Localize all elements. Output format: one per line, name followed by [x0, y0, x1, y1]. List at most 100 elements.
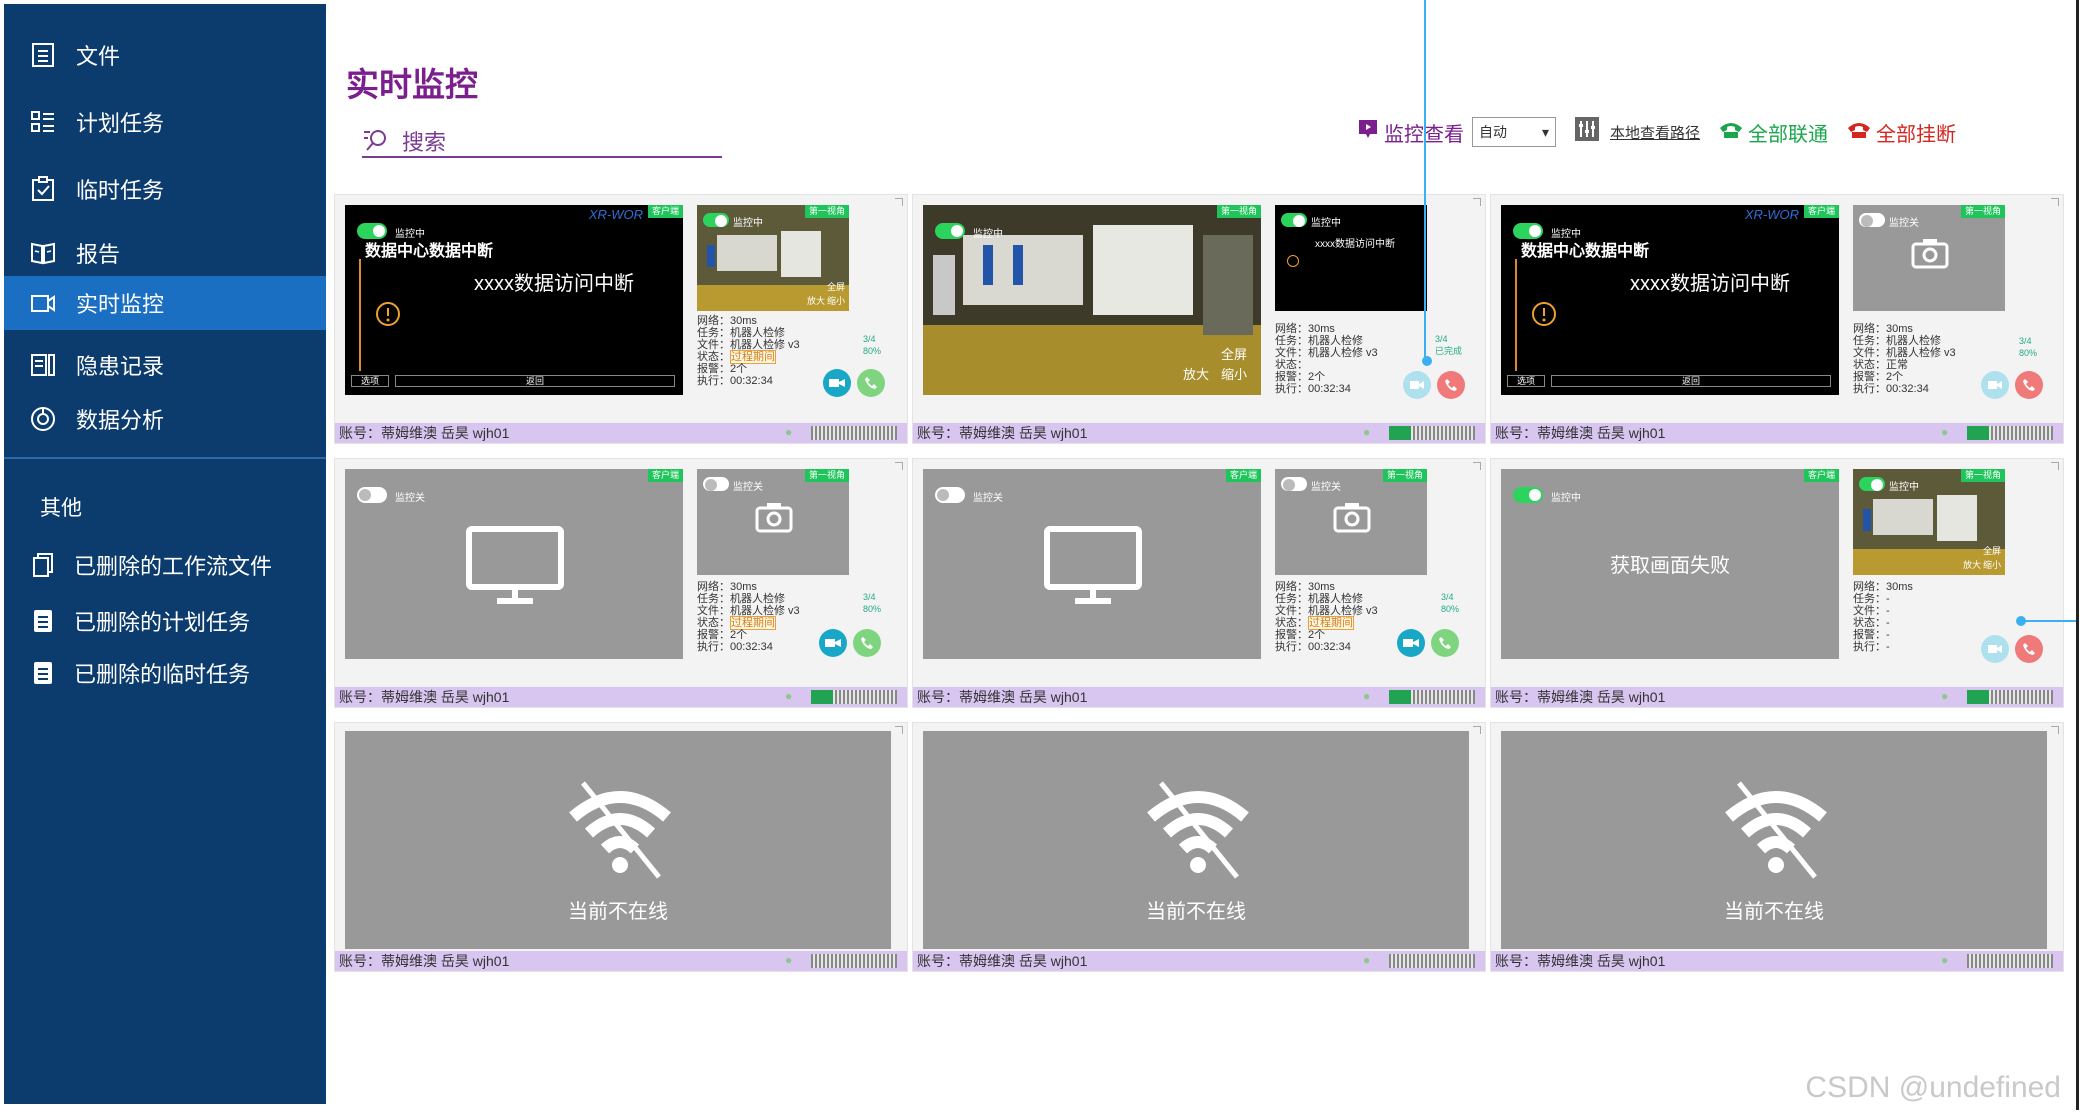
offline-view: 当前不在线 — [345, 731, 891, 949]
fullscreen-button[interactable]: 全屏 — [1983, 544, 2001, 557]
sidebar-item-label: 临时任务 — [76, 178, 165, 203]
local-path-link[interactable]: 本地查看路径 — [1610, 122, 1700, 143]
voice-call-button[interactable] — [853, 629, 881, 657]
small-view[interactable]: 监控中 xxxx数据访问中断 — [1275, 205, 1427, 311]
main-view[interactable]: 客户端 监控中 获取画面失败 — [1501, 469, 1839, 659]
small-view[interactable]: 第一视角 监控中 全屏 放大 缩小 — [697, 205, 849, 311]
close-icon[interactable] — [1473, 462, 1481, 470]
close-icon[interactable] — [1473, 198, 1481, 206]
close-icon[interactable] — [2051, 726, 2059, 734]
fullscreen-button[interactable]: 全屏 — [1221, 344, 1247, 363]
fullscreen-button[interactable]: 全屏 — [827, 280, 845, 293]
zoom-out-button[interactable]: 缩小 — [1983, 558, 2001, 571]
zoom-in-button[interactable]: 放大 — [1963, 558, 1981, 571]
options-button[interactable]: 选项 — [1507, 375, 1545, 387]
video-call-button[interactable] — [823, 369, 851, 397]
voice-call-button[interactable] — [1431, 629, 1459, 657]
monitor-toggle[interactable] — [703, 477, 729, 491]
chevron-down-icon: ▾ — [1541, 123, 1549, 140]
info-alarm: 报警：- — [1853, 629, 1890, 641]
connect-all-button[interactable]: 全部联通 — [1718, 118, 1828, 147]
monitor-toggle[interactable] — [1859, 213, 1885, 227]
local-path-control[interactable]: 本地查看路径 — [1574, 116, 1700, 148]
location-icon: ● — [1363, 425, 1371, 439]
sidebar-item-deleted-temp[interactable]: 已删除的临时任务 — [4, 646, 326, 700]
info-exec: 执行：00:32:34 — [1853, 383, 1929, 395]
close-icon[interactable] — [1473, 726, 1481, 734]
monitor-toggle[interactable] — [1281, 477, 1307, 491]
view-title: 数据中心数据中断 — [365, 243, 494, 260]
video-icon — [825, 639, 841, 647]
signal-bars — [1389, 954, 1475, 968]
back-button[interactable]: 返回 — [395, 375, 675, 387]
video-call-button[interactable] — [1403, 371, 1431, 399]
search-label: 搜索 — [402, 130, 447, 155]
account-text: 账号：蒂姆维澳 岳昊 wjh01 — [339, 953, 510, 969]
voice-call-button[interactable] — [2015, 635, 2043, 663]
close-icon[interactable] — [2051, 462, 2059, 470]
monitor-toggle[interactable] — [1281, 213, 1307, 227]
main-view[interactable]: 客户端 监控关 — [923, 469, 1261, 659]
account-text: 账号：蒂姆维澳 岳昊 wjh01 — [917, 953, 1088, 969]
monitor-view-select[interactable]: 自动 ▾ — [1472, 117, 1556, 147]
main-view[interactable]: 第一视角 监控中 全屏 放大 缩小 — [923, 205, 1261, 395]
main-view[interactable]: 客户端 XR-WOR 监控中 数据中心数据中断 xxxx数据访问中断 选项 返回 — [345, 205, 683, 395]
monitor-toggle[interactable] — [1513, 487, 1543, 503]
orange-line — [359, 259, 361, 371]
video-call-button[interactable] — [1397, 629, 1425, 657]
state-badge: 过程期间 — [1308, 616, 1354, 630]
sidebar-item-files[interactable]: 文件 — [4, 28, 326, 82]
close-icon[interactable] — [895, 726, 903, 734]
voice-call-button[interactable] — [1437, 371, 1465, 399]
monitor-toggle[interactable] — [1859, 477, 1885, 491]
card-footer: 账号：蒂姆维澳 岳昊 wjh01 ● — [913, 687, 1485, 707]
sidebar-item-temp-tasks[interactable]: 临时任务 — [4, 162, 326, 216]
back-button[interactable]: 返回 — [1551, 375, 1831, 387]
sidebar-item-label: 已删除的工作流文件 — [74, 554, 273, 579]
monitor-toggle[interactable] — [703, 213, 729, 227]
monitor-view-icon — [1356, 117, 1380, 147]
zoom-out-button[interactable]: 缩小 — [827, 294, 845, 307]
small-view[interactable]: 第一视角 监控中 全屏 放大 缩小 — [1853, 469, 2005, 575]
voice-call-button[interactable] — [2015, 371, 2043, 399]
sidebar-item-hazard-records[interactable]: 隐患记录 — [4, 338, 326, 392]
monitor-status: 监控关 — [395, 493, 425, 504]
video-call-button[interactable] — [819, 629, 847, 657]
sidebar-item-label: 隐患记录 — [76, 354, 165, 379]
video-call-button[interactable] — [1981, 635, 2009, 663]
video-call-button[interactable] — [1981, 371, 2009, 399]
progress-count: 3/4 — [2019, 336, 2032, 346]
info-alarm: 报警：2个 — [697, 629, 748, 641]
monitor-status: 监控中 — [733, 218, 763, 229]
zoom-in-button[interactable]: 放大 — [807, 294, 825, 307]
progress-info: 3/4 80% — [863, 333, 881, 357]
hangup-all-button[interactable]: 全部挂断 — [1846, 118, 1956, 147]
monitor-toggle[interactable] — [935, 223, 965, 239]
sidebar-item-realtime-monitor[interactable]: 实时监控 — [4, 276, 326, 330]
small-view[interactable]: 第一视角 监控关 — [697, 469, 849, 575]
zoom-out-button[interactable]: 缩小 — [1221, 364, 1247, 383]
main-view[interactable]: 客户端 XR-WOR 监控中 数据中心数据中断 xxxx数据访问中断 选项 返回 — [1501, 205, 1839, 395]
sidebar-item-reports[interactable]: 报告 — [4, 226, 326, 280]
info-network: 网络：30ms — [1275, 323, 1335, 335]
monitor-toggle[interactable] — [357, 487, 387, 503]
small-view[interactable]: 第一视角 监控关 — [1853, 205, 2005, 311]
monitor-toggle[interactable] — [935, 487, 965, 503]
sidebar-item-deleted-workflow[interactable]: 已删除的工作流文件 — [4, 538, 326, 592]
small-view[interactable]: 第一视角 监控关 — [1275, 469, 1427, 575]
info-file: 文件：机器人检修 v3 — [1853, 347, 1956, 359]
search-input[interactable] — [462, 126, 722, 156]
monitor-screen-icon — [465, 525, 565, 610]
search-bar: 搜索 — [362, 126, 722, 158]
close-icon[interactable] — [2051, 198, 2059, 206]
voice-call-button[interactable] — [857, 369, 885, 397]
zoom-in-button[interactable]: 放大 — [1183, 364, 1209, 383]
main-view[interactable]: 客户端 监控关 — [345, 469, 683, 659]
close-icon[interactable] — [895, 198, 903, 206]
sidebar-item-plan-tasks[interactable]: 计划任务 — [4, 95, 326, 149]
close-icon[interactable] — [895, 462, 903, 470]
info-exec: 执行：00:32:34 — [1275, 383, 1351, 395]
options-button[interactable]: 选项 — [351, 375, 389, 387]
sidebar-item-data-analysis[interactable]: 数据分析 — [4, 392, 326, 446]
sidebar-item-deleted-plan[interactable]: 已删除的计划任务 — [4, 594, 326, 648]
